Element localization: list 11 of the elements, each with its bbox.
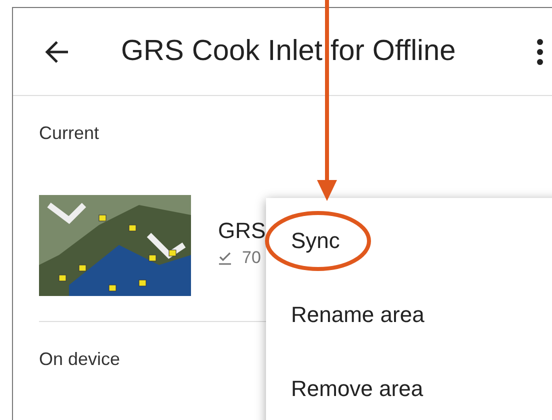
more-menu-icon[interactable] <box>535 38 545 64</box>
map-thumbnail[interactable] <box>39 195 191 296</box>
menu-item[interactable]: Sync <box>266 204 552 278</box>
menu-item[interactable]: Remove area <box>266 352 552 420</box>
menu-item[interactable]: Rename area <box>266 278 552 352</box>
section-heading: On device <box>39 348 120 370</box>
area-detail: 70 <box>242 248 261 268</box>
area-name: GRS <box>218 218 266 244</box>
download-done-icon <box>218 251 232 265</box>
section-heading: Current <box>39 122 100 144</box>
screen-title: GRS Cook Inlet for Offline <box>121 35 457 68</box>
